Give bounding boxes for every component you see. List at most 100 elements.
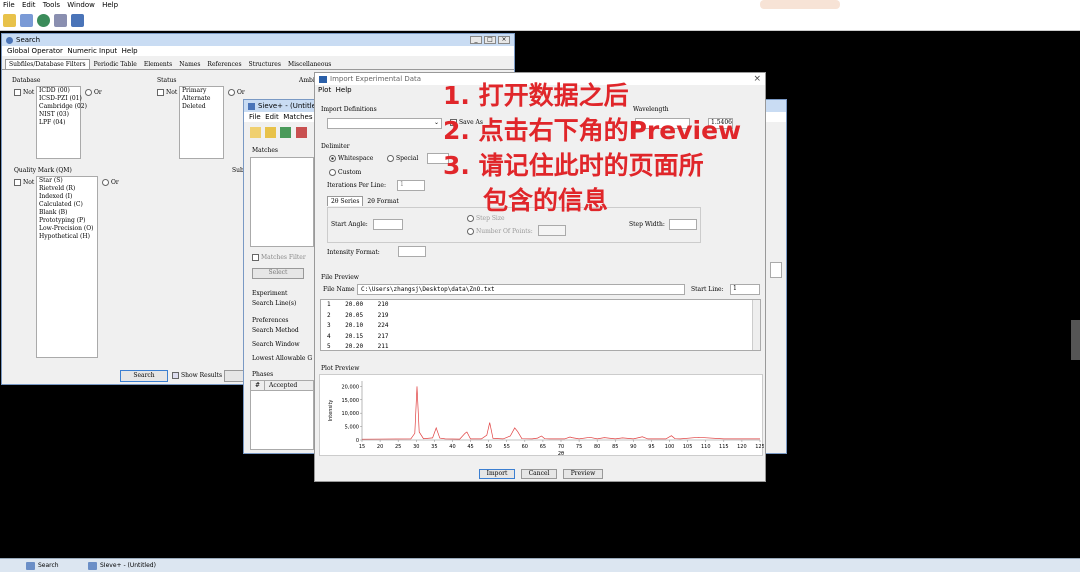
list-item[interactable]: LPF (04) <box>37 119 80 127</box>
globe-icon[interactable] <box>37 14 50 27</box>
menu-file[interactable]: File <box>249 113 261 121</box>
phases-column-accepted[interactable]: Accepted <box>265 381 297 390</box>
file-name-field[interactable]: C:\Users\zhangsj\Desktop\data\ZnO.txt <box>357 284 685 295</box>
side-field[interactable] <box>770 262 782 278</box>
preview-button[interactable]: Preview <box>563 469 603 479</box>
list-item[interactable]: Deleted <box>180 103 223 111</box>
quality-not-checkbox[interactable]: Not <box>14 179 34 186</box>
y-tick-label: 15,000 <box>342 398 360 404</box>
menu-global-operator[interactable]: Global Operator <box>7 47 63 55</box>
menu-help[interactable]: Help <box>122 47 138 55</box>
step-width-input[interactable] <box>669 219 697 230</box>
database-list[interactable]: ICDD (00) ICSD-PZI (01) Cambridge (02) N… <box>36 86 87 159</box>
list-item[interactable]: Blank (B) <box>37 209 97 217</box>
menu-help[interactable]: Help <box>102 1 118 9</box>
report-icon[interactable] <box>20 14 33 27</box>
tools-icon[interactable] <box>54 14 67 27</box>
run-icon[interactable] <box>280 127 292 138</box>
phases-column-index[interactable]: # <box>251 381 265 390</box>
tab-miscellaneous[interactable]: Miscellaneous <box>285 60 334 69</box>
list-item[interactable]: Star (S) <box>37 177 97 185</box>
database-not-checkbox[interactable]: Not <box>14 89 34 96</box>
step-width-label: Step Width: <box>629 221 665 228</box>
intensity-format-input[interactable] <box>398 246 426 257</box>
tab-periodic-table[interactable]: Periodic Table <box>91 60 140 69</box>
quality-list[interactable]: Star (S) Rietveld (R) Indexed (I) Calcul… <box>36 176 98 358</box>
menu-window[interactable]: Window <box>67 1 95 9</box>
list-item[interactable]: Rietveld (R) <box>37 185 97 193</box>
menu-file[interactable]: File <box>3 1 15 9</box>
delete-icon[interactable] <box>295 127 307 138</box>
list-item: 3 20.10 224 <box>327 322 389 329</box>
search-window-title: Search <box>16 36 41 44</box>
search-button[interactable]: Search <box>120 370 168 382</box>
tab-elements[interactable]: Elements <box>141 60 175 69</box>
y-tick-label: 20,000 <box>342 384 360 390</box>
iterations-input[interactable]: 1 <box>397 180 425 191</box>
number-of-points-input[interactable] <box>538 225 566 236</box>
close-button[interactable]: × <box>498 36 510 44</box>
menu-edit[interactable]: Edit <box>265 113 279 121</box>
close-icon[interactable]: × <box>753 74 761 84</box>
database-icon[interactable] <box>71 14 84 27</box>
list-item[interactable]: Alternate <box>180 95 223 103</box>
list-item[interactable]: NIST (03) <box>37 111 80 119</box>
select-button[interactable]: Select <box>252 268 304 279</box>
open-icon[interactable] <box>265 127 277 138</box>
search-app-icon <box>26 562 35 570</box>
file-preview-list[interactable]: 1 20.00 210 2 20.05 219 3 20.10 224 4 20… <box>320 299 761 351</box>
taskbar-item-search[interactable]: Search <box>24 561 59 571</box>
list-item[interactable]: Cambridge (02) <box>37 103 87 111</box>
menu-plot[interactable]: Plot <box>318 86 331 94</box>
tab-subfiles[interactable]: Subfiles/Database Filters <box>5 59 90 69</box>
list-item[interactable]: Indexed (I) <box>37 193 97 201</box>
tab-2theta-series[interactable]: 2θ Series <box>327 196 364 206</box>
start-line-input[interactable]: 1 <box>730 284 760 295</box>
import-button[interactable]: Import <box>479 469 515 479</box>
menu-help[interactable]: Help <box>336 86 352 94</box>
show-results-checkbox[interactable]: Show Results <box>172 372 222 379</box>
new-icon[interactable] <box>250 127 261 138</box>
menu-tools[interactable]: Tools <box>43 1 60 9</box>
app-menubar: File Edit Tools Window Help <box>0 0 1080 11</box>
tab-2theta-format[interactable]: 2θ Format <box>364 197 401 206</box>
list-item[interactable]: Hypothetical (H) <box>37 233 97 241</box>
x-tick-label: 90 <box>630 444 636 450</box>
tab-references[interactable]: References <box>204 60 244 69</box>
custom-radio[interactable]: Custom <box>329 169 361 176</box>
minimize-button[interactable]: _ <box>470 36 482 44</box>
menu-numeric-input[interactable]: Numeric Input <box>67 47 117 55</box>
special-radio[interactable]: Special <box>387 155 418 162</box>
list-item[interactable]: ICSD-PZI (01) <box>37 95 82 103</box>
list-item[interactable]: ICDD (00) <box>37 87 80 95</box>
start-angle-input[interactable] <box>373 219 403 230</box>
annotation-line-4: 包含的信息 <box>483 186 609 215</box>
cancel-button[interactable]: Cancel <box>521 469 557 479</box>
matches-filter-checkbox[interactable]: Matches Filter <box>252 254 306 261</box>
x-tick-label: 110 <box>701 444 711 450</box>
tab-names[interactable]: Names <box>176 60 203 69</box>
status-list[interactable]: Primary Alternate Deleted <box>179 86 224 159</box>
taskbar-item-sieve[interactable]: SIeve+ - (Untitled) <box>86 561 156 571</box>
status-not-checkbox[interactable]: Not <box>157 89 177 96</box>
open-icon[interactable] <box>3 14 16 27</box>
matches-list[interactable] <box>250 157 314 247</box>
x-tick-label: 15 <box>359 444 365 450</box>
list-item[interactable]: Calculated (C) <box>37 201 97 209</box>
extra-button[interactable] <box>224 370 244 382</box>
x-tick-label: 60 <box>522 444 528 450</box>
side-widget[interactable] <box>1071 320 1080 360</box>
file-preview-scrollbar[interactable] <box>752 300 760 350</box>
list-item[interactable]: Prototyping (P) <box>37 217 97 225</box>
tab-structures[interactable]: Structures <box>246 60 284 69</box>
list-item[interactable]: Low-Precision (O) <box>37 225 97 233</box>
list-item[interactable]: Primary <box>180 87 223 95</box>
menu-edit[interactable]: Edit <box>22 1 36 9</box>
maximize-button[interactable]: □ <box>484 36 496 44</box>
import-definitions-select[interactable]: ⌄ <box>327 118 442 129</box>
menu-matches[interactable]: Matches <box>283 113 312 121</box>
number-of-points-radio[interactable]: Number Of Points: <box>467 228 533 235</box>
search-window-menu: Global Operator Numeric Input Help <box>2 46 514 56</box>
whitespace-radio[interactable]: Whitespace <box>329 155 373 162</box>
x-tick-label: 75 <box>576 444 582 450</box>
